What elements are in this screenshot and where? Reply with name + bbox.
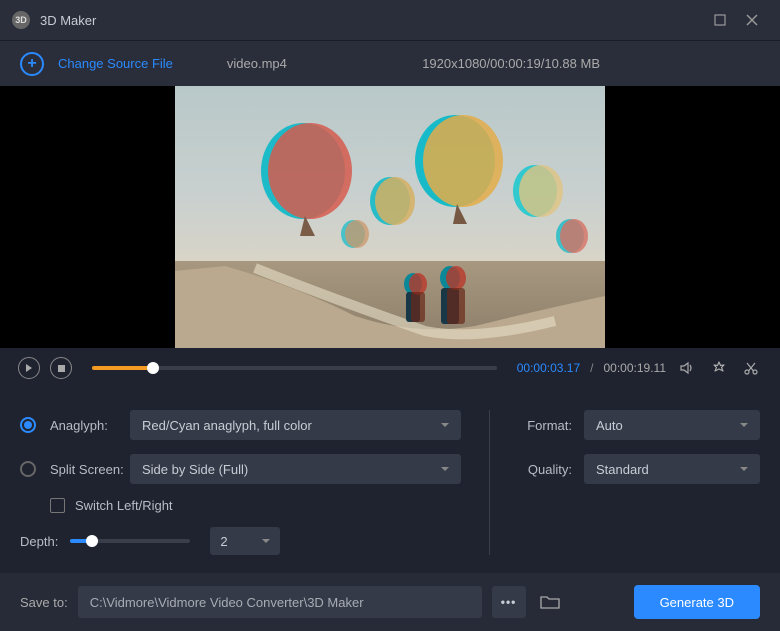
footer-bar: Save to: C:\Vidmore\Vidmore Video Conver… [0,573,780,631]
titlebar: 3D 3D Maker [0,0,780,40]
cut-icon[interactable] [740,357,762,379]
quality-label: Quality: [518,462,572,477]
depth-value-select[interactable]: 2 [210,527,280,555]
time-current: 00:00:03.17 [517,361,580,375]
source-bar: + Change Source File video.mp4 1920x1080… [0,40,780,86]
snapshot-icon[interactable] [708,357,730,379]
switch-checkbox[interactable] [50,498,65,513]
depth-label: Depth: [20,534,58,549]
anaglyph-radio[interactable] [20,417,36,433]
save-label: Save to: [20,595,68,610]
app-logo-icon: 3D [12,11,30,29]
format-select[interactable]: Auto [584,410,760,440]
close-button[interactable] [736,4,768,36]
time-separator: / [590,361,593,375]
split-select[interactable]: Side by Side (Full) [130,454,461,484]
progress-fill [92,366,153,370]
playback-controls: 00:00:03.17 / 00:00:19.11 [0,348,780,388]
switch-label: Switch Left/Right [75,498,173,513]
change-source-button[interactable]: Change Source File [58,56,173,71]
video-preview [0,86,780,348]
preview-image [175,86,605,348]
generate-button[interactable]: Generate 3D [634,585,760,619]
open-folder-icon[interactable] [536,588,564,616]
time-total: 00:00:19.11 [603,361,666,375]
more-button[interactable]: ••• [492,586,526,618]
maximize-button[interactable] [704,4,736,36]
anaglyph-select[interactable]: Red/Cyan anaglyph, full color [130,410,461,440]
depth-slider[interactable] [70,539,190,543]
settings-panel: Anaglyph: Red/Cyan anaglyph, full color … [0,388,780,573]
split-label: Split Screen: [50,462,130,477]
save-path-field[interactable]: C:\Vidmore\Vidmore Video Converter\3D Ma… [78,586,482,618]
stop-button[interactable] [50,357,72,379]
play-button[interactable] [18,357,40,379]
settings-left: Anaglyph: Red/Cyan anaglyph, full color … [20,410,490,555]
volume-icon[interactable] [676,357,698,379]
progress-thumb[interactable] [147,362,159,374]
anaglyph-label: Anaglyph: [50,418,130,433]
window-title: 3D Maker [40,13,96,28]
quality-select[interactable]: Standard [584,454,760,484]
add-icon[interactable]: + [20,52,44,76]
progress-bar[interactable] [92,366,497,370]
format-label: Format: [518,418,572,433]
depth-slider-thumb[interactable] [86,535,98,547]
filename-label: video.mp4 [227,56,287,71]
settings-right: Format: Auto Quality: Standard [490,410,760,555]
file-meta: 1920x1080/00:00:19/10.88 MB [422,56,600,71]
split-radio[interactable] [20,461,36,477]
